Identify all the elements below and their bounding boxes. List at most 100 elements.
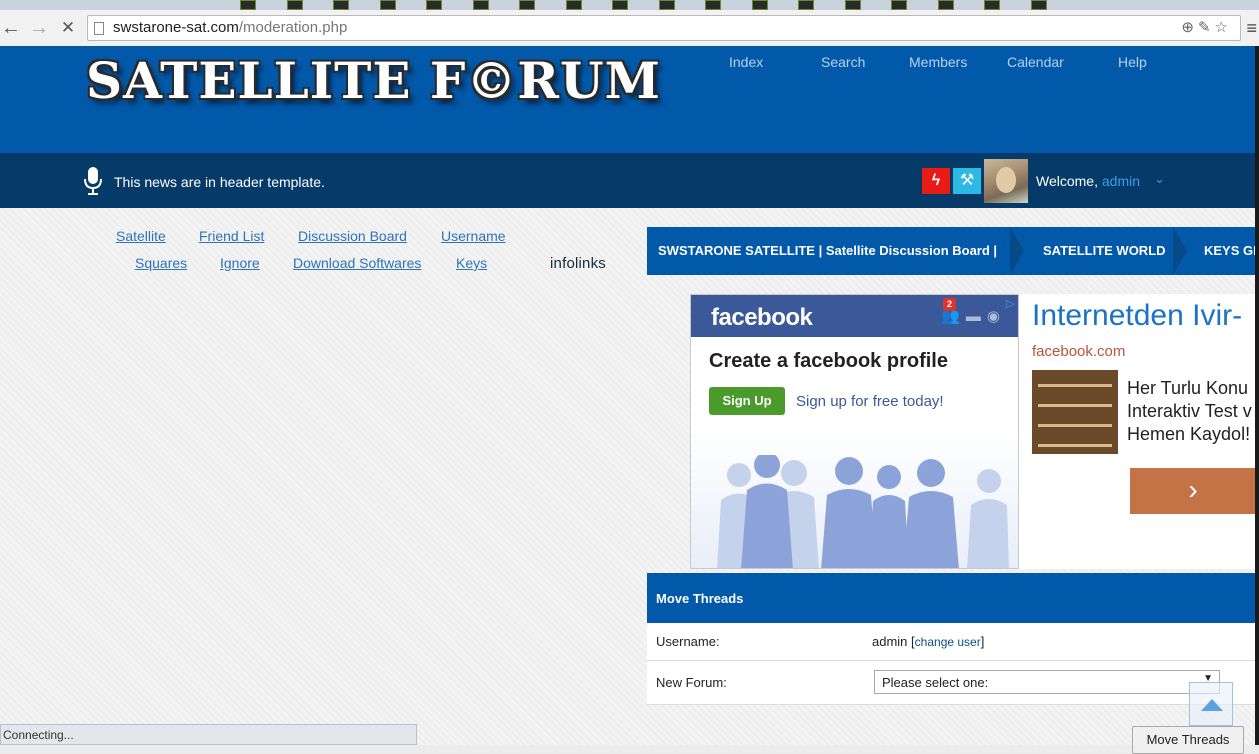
browser-tab[interactable] — [938, 0, 954, 10]
browser-tab[interactable] — [891, 0, 907, 10]
sign-up-free-text: Sign up for free today! — [796, 393, 944, 410]
link-keys[interactable]: Keys — [456, 255, 487, 271]
link-discussion-board[interactable]: Discussion Board — [298, 228, 407, 244]
browser-toolbar: ← → ✕ swstarone-sat.com/moderation.php ⊕… — [0, 10, 1259, 47]
breadcrumb-item-satellite-world[interactable]: SATELLITE WORLD — [1043, 243, 1166, 258]
stop-loading-icon[interactable]: ✕ — [57, 17, 79, 39]
forward-arrow-icon[interactable]: → — [28, 17, 50, 39]
ad-title[interactable]: Internetden Ivir- — [1032, 299, 1242, 333]
address-bar[interactable]: swstarone-sat.com/moderation.php ⊕✎☆ — [87, 15, 1241, 41]
nav-members[interactable]: Members — [909, 54, 967, 70]
url-text[interactable]: swstarone-sat.com/moderation.php — [113, 19, 347, 37]
forum-select[interactable]: Please select one: ▼ — [874, 670, 1220, 694]
browser-tab[interactable] — [287, 0, 303, 10]
nav-calendar[interactable]: Calendar — [1007, 54, 1064, 70]
browser-tab[interactable] — [659, 0, 675, 10]
username-text: admin — [872, 634, 908, 649]
shelf — [1038, 424, 1112, 427]
scroll-to-top-icon[interactable] — [1189, 682, 1233, 726]
browser-tab[interactable] — [984, 0, 1000, 10]
browser-tab[interactable] — [845, 0, 861, 10]
browser-tab[interactable] — [240, 0, 256, 10]
new-forum-row: New Forum: Please select one: ▼ — [647, 661, 1259, 705]
link-download-softwares[interactable]: Download Softwares — [293, 255, 421, 271]
bookmark-star-icon[interactable]: ☆ — [1215, 19, 1232, 36]
hammer-icon[interactable]: ⚒ — [953, 168, 981, 194]
forum-header: SATELLITE F©RUM Index Search Members Cal… — [0, 46, 1259, 153]
browser-status-bar: Connecting... — [0, 724, 417, 745]
forum-select-value: Please select one: — [882, 675, 989, 690]
notification-badge: 2 — [943, 298, 956, 311]
welcome-text: Welcome, admin — [1036, 173, 1140, 189]
text-ad: Internetden Ivir- facebook.com Her Turlu… — [1019, 294, 1259, 569]
browser-tab[interactable] — [380, 0, 396, 10]
browser-tab[interactable] — [333, 0, 349, 10]
microphone-icon — [84, 167, 102, 195]
ad-area: facebook 👥▬◉ 2 ▷ Create a facebook profi… — [690, 294, 1259, 569]
news-text: This news are in header template. — [114, 174, 325, 190]
extension-icon[interactable]: ✎ — [1198, 19, 1215, 36]
breadcrumb-item-keys[interactable]: KEYS GE — [1204, 243, 1259, 258]
facebook-ad[interactable]: facebook 👥▬◉ 2 ▷ Create a facebook profi… — [690, 294, 1019, 569]
shelf — [1038, 384, 1112, 387]
flash-icon[interactable]: ϟ — [922, 168, 950, 194]
zoom-icon[interactable]: ⊕ — [1181, 19, 1198, 36]
browser-tab[interactable] — [426, 0, 442, 10]
infolinks-logo[interactable]: infolinks — [550, 255, 606, 272]
browser-tab[interactable] — [566, 0, 582, 10]
breadcrumb-separator — [1173, 227, 1187, 275]
welcome-username[interactable]: admin — [1102, 173, 1140, 189]
welcome-prefix: Welcome, — [1036, 173, 1098, 189]
avatar[interactable] — [984, 159, 1028, 203]
people-silhouette-icon — [717, 455, 1009, 568]
browser-tab[interactable] — [798, 0, 814, 10]
shelf — [1038, 404, 1112, 407]
chevron-right-icon: › — [1188, 474, 1198, 505]
window-edge — [1255, 46, 1259, 745]
link-ignore[interactable]: Ignore — [220, 255, 260, 271]
sign-up-button[interactable]: Sign Up — [709, 387, 785, 415]
link-username[interactable]: Username — [441, 228, 506, 244]
change-user-link[interactable]: [change user] — [911, 634, 984, 649]
username-row: Username: admin [change user] — [647, 623, 1259, 661]
chevron-down-icon[interactable]: ⌄ — [1154, 171, 1165, 187]
breadcrumb-separator — [1010, 227, 1024, 275]
back-arrow-icon[interactable]: ← — [0, 17, 22, 39]
nav-index[interactable]: Index — [729, 54, 763, 70]
ad-go-button[interactable]: › — [1130, 468, 1256, 514]
browser-tab[interactable] — [519, 0, 535, 10]
link-friend-list[interactable]: Friend List — [199, 228, 264, 244]
adchoices-icon[interactable]: ▷ — [1006, 298, 1018, 311]
status-text: Connecting... — [3, 728, 74, 742]
page-icon — [94, 22, 104, 35]
link-satellite[interactable]: Satellite — [116, 228, 166, 244]
browser-tab[interactable] — [473, 0, 489, 10]
nav-search[interactable]: Search — [821, 54, 865, 70]
globe-icon: ◉ — [986, 308, 1006, 325]
messages-icon: ▬ — [965, 308, 987, 325]
browser-tab[interactable] — [752, 0, 768, 10]
move-threads-header: Move Threads — [647, 573, 1259, 623]
nav-help[interactable]: Help — [1118, 54, 1147, 70]
change-user-label[interactable]: change user — [915, 635, 981, 649]
shelf — [1038, 444, 1112, 447]
ad-description: Her Turlu Konu Interaktiv Test v Hemen K… — [1127, 377, 1252, 446]
browser-tab[interactable] — [705, 0, 721, 10]
link-squares[interactable]: Squares — [135, 255, 187, 271]
ad-desc-line: Hemen Kaydol! — [1127, 424, 1251, 444]
facebook-headline: Create a facebook profile — [709, 350, 948, 372]
breadcrumb-item-board[interactable]: SWSTARONE SATELLITE | Satellite Discussi… — [658, 243, 997, 258]
browser-tab[interactable] — [612, 0, 628, 10]
url-host: swstarone-sat.com — [113, 19, 239, 36]
facebook-logo: facebook — [711, 304, 813, 331]
browser-tab[interactable] — [1031, 0, 1047, 10]
facebook-bar: facebook 👥▬◉ 2 — [691, 295, 1018, 337]
ad-domain[interactable]: facebook.com — [1032, 343, 1125, 360]
panel-title: Move Threads — [656, 591, 744, 606]
url-path: /moderation.php — [238, 19, 348, 36]
news-bar: This news are in header template. ϟ ⚒ We… — [0, 153, 1259, 208]
site-logo[interactable]: SATELLITE F©RUM — [86, 51, 661, 110]
browser-menu-icon[interactable]: ≡ — [1246, 18, 1257, 39]
move-threads-button[interactable]: Move Threads — [1132, 726, 1244, 754]
ad-image[interactable] — [1032, 370, 1118, 454]
